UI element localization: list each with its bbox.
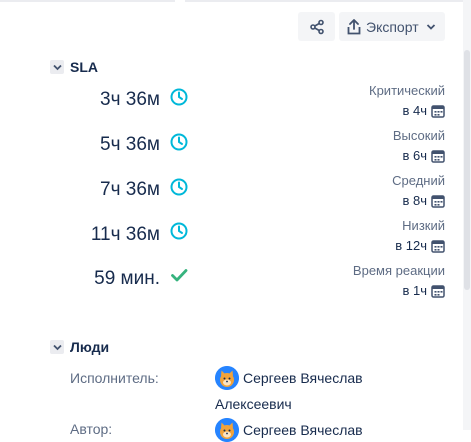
calendar-icon — [431, 194, 445, 208]
export-button[interactable]: Экспорт — [339, 12, 445, 41]
assignee-name-continuation[interactable]: Алексеевич — [215, 396, 292, 412]
sla-name: Высокий — [392, 128, 445, 143]
chevron-down-icon — [426, 23, 436, 31]
sla-remaining-time: 5ч 36м — [100, 134, 160, 155]
upload-icon — [347, 18, 361, 35]
top-border — [0, 0, 463, 4]
calendar-icon — [431, 149, 445, 163]
sla-name: Средний — [392, 173, 445, 188]
people-section-toggle[interactable]: Люди — [50, 339, 109, 355]
sla-remaining-time: 59 мин. — [94, 268, 160, 289]
sla-remaining-time: 3ч 36м — [100, 89, 160, 110]
sla-goal: в 1ч — [402, 283, 445, 298]
chevron-down-icon — [50, 340, 64, 354]
reporter-name: Сергеев Вячеслав — [243, 422, 363, 438]
sla-name: Критический — [369, 83, 445, 98]
sla-remaining-time: 7ч 36м — [100, 179, 160, 200]
scrollbar-thumb[interactable] — [464, 50, 470, 290]
assignee-name: Сергеев Вячеслав — [243, 370, 363, 386]
sla-name: Низкий — [402, 218, 445, 233]
assignee-label: Исполнитель: — [70, 370, 159, 386]
share-icon — [309, 19, 325, 35]
sla-section-toggle[interactable]: SLA — [50, 59, 98, 75]
scrollbar[interactable] — [463, 0, 471, 430]
avatar — [215, 366, 239, 390]
share-button[interactable] — [298, 12, 335, 41]
reporter-user[interactable]: Сергеев Вячеслав — [215, 418, 363, 442]
sla-goal-text: в 4ч — [402, 103, 427, 118]
sla-goal-text: в 8ч — [402, 193, 427, 208]
reporter-label: Автор: — [70, 421, 113, 437]
check-icon — [170, 266, 188, 284]
assignee-user[interactable]: Сергеев Вячеслав — [215, 366, 363, 390]
clock-icon — [170, 133, 188, 151]
clock-icon — [170, 88, 188, 106]
clock-icon — [170, 222, 188, 240]
sla-goal: в 12ч — [395, 238, 445, 253]
sla-remaining-time: 11ч 36м — [90, 224, 160, 245]
people-section-title: Люди — [70, 339, 110, 355]
sla-goal-text: в 1ч — [402, 283, 427, 298]
sla-goal: в 8ч — [402, 193, 445, 208]
sla-section-title: SLA — [70, 59, 98, 75]
clock-icon — [170, 178, 188, 196]
calendar-icon — [431, 104, 445, 118]
sla-goal-text: в 6ч — [402, 148, 427, 163]
export-label: Экспорт — [366, 18, 419, 35]
calendar-icon — [431, 239, 445, 253]
sla-name: Время реакции — [352, 263, 445, 278]
sla-goal: в 4ч — [402, 103, 445, 118]
chevron-down-icon — [50, 60, 64, 74]
sla-goal: в 6ч — [402, 148, 445, 163]
calendar-icon — [431, 284, 445, 298]
sla-goal-text: в 12ч — [395, 238, 427, 253]
avatar — [215, 418, 239, 442]
